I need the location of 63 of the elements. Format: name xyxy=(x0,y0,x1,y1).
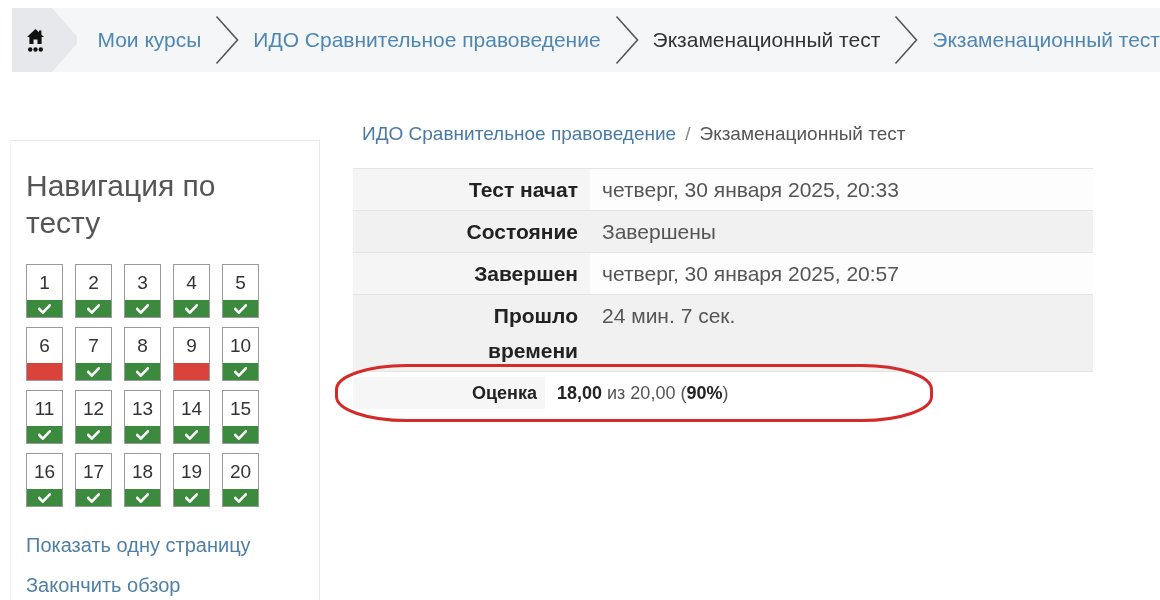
question-button[interactable]: 19 xyxy=(173,453,210,507)
row-value: 24 мин. 7 сек. xyxy=(590,294,1093,372)
question-button[interactable]: 7 xyxy=(75,327,112,381)
chevron-icon xyxy=(614,15,639,65)
check-icon xyxy=(87,366,100,377)
question-button[interactable]: 5 xyxy=(222,264,259,318)
check-icon xyxy=(234,366,247,377)
question-button[interactable]: 1 xyxy=(26,264,63,318)
check-icon xyxy=(87,492,100,503)
breadcrumb-current: Экзаменационный тест xyxy=(699,122,906,146)
check-icon xyxy=(185,303,198,314)
check-icon xyxy=(38,492,51,503)
question-button[interactable]: 9 xyxy=(173,327,210,381)
breadcrumb-separator: / xyxy=(685,122,691,146)
check-icon xyxy=(136,303,149,314)
row-label: Прошло времени xyxy=(353,294,590,372)
question-button[interactable]: 18 xyxy=(124,453,161,507)
check-icon xyxy=(136,492,149,503)
row-label: Завершен xyxy=(353,252,590,295)
row-value: четверг, 30 января 2025, 20:33 xyxy=(590,168,1093,211)
check-icon xyxy=(87,303,100,314)
grade-value: 18,00 из 20,00 (90%) xyxy=(545,377,741,409)
home-button[interactable] xyxy=(12,8,78,72)
grade-label: Оценка xyxy=(353,377,545,409)
check-icon xyxy=(234,492,247,503)
breadcrumb-link[interactable]: ИДО Сравнительное правоведение xyxy=(253,24,601,56)
question-button[interactable]: 16 xyxy=(26,453,63,507)
row-label: Тест начат xyxy=(353,168,590,211)
question-button[interactable]: 11 xyxy=(26,390,63,444)
question-button[interactable]: 15 xyxy=(222,390,259,444)
check-icon xyxy=(185,429,198,440)
panel-title: Навигация по тесту xyxy=(26,168,217,241)
question-button[interactable]: 12 xyxy=(75,390,112,444)
row-label: Состояние xyxy=(353,210,590,253)
check-icon xyxy=(185,492,198,503)
check-icon xyxy=(136,429,149,440)
breadcrumb-link[interactable]: ИДО Сравнительное правоведение xyxy=(362,122,677,146)
breadcrumb-link[interactable]: Мои курсы xyxy=(97,24,202,56)
question-button[interactable]: 2 xyxy=(75,264,112,318)
question-button[interactable]: 20 xyxy=(222,453,259,507)
row-value: Завершены xyxy=(590,210,1093,253)
row-value: четверг, 30 января 2025, 20:57 xyxy=(590,252,1093,295)
home-icon xyxy=(27,28,44,52)
chevron-icon xyxy=(215,15,240,65)
breadcrumb-current: Экзаменационный тест xyxy=(652,27,881,54)
breadcrumb-link[interactable]: Экзаменационный тест xyxy=(932,24,1160,56)
check-icon xyxy=(38,429,51,440)
question-button[interactable]: 14 xyxy=(173,390,210,444)
check-icon xyxy=(38,303,51,314)
check-icon xyxy=(234,303,247,314)
question-button[interactable]: 8 xyxy=(124,327,161,381)
check-icon xyxy=(136,366,149,377)
check-icon xyxy=(87,429,100,440)
question-button[interactable]: 10 xyxy=(222,327,259,381)
question-button[interactable]: 3 xyxy=(124,264,161,318)
question-button[interactable]: 17 xyxy=(75,453,112,507)
question-button[interactable]: 4 xyxy=(173,264,210,318)
question-button[interactable]: 13 xyxy=(124,390,161,444)
panel-link[interactable]: Показать одну страницу xyxy=(26,525,251,565)
panel-link[interactable]: Закончить обзор xyxy=(26,565,181,600)
chevron-icon xyxy=(894,15,919,65)
question-button[interactable]: 6 xyxy=(26,327,63,381)
check-icon xyxy=(234,429,247,440)
